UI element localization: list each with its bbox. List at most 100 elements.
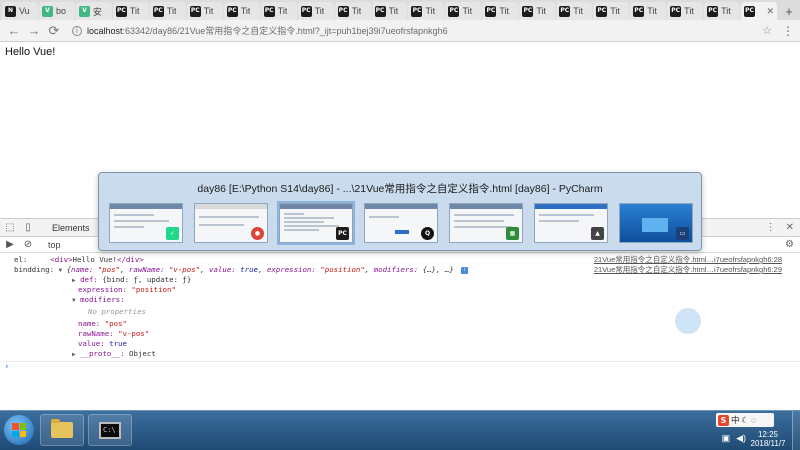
system-clock[interactable]: 12:25 2018/11/7 bbox=[746, 430, 790, 448]
browser-tab-strip: N Vu Vbo V 安 PC Tit PC Tit PC Tit PC Tit PC Tit PC Tit PC… bbox=[0, 0, 800, 20]
device-toolbar-icon[interactable]: ▯ bbox=[22, 222, 34, 234]
browser-tab[interactable]: N Vu bbox=[2, 2, 38, 20]
pycharm-favicon-icon: PC bbox=[633, 5, 645, 17]
expand-triangle-icon[interactable]: ▼ bbox=[59, 267, 63, 274]
browser-tab[interactable]: PC Tit bbox=[223, 2, 260, 20]
start-button[interactable] bbox=[4, 415, 34, 445]
input-method-bar[interactable]: S 中 ☾ ◌ bbox=[716, 413, 774, 427]
console-sidebar-icon[interactable]: ▶ bbox=[4, 239, 16, 251]
sogou-ime-icon: S bbox=[718, 414, 729, 426]
browser-tab[interactable]: PC Tit bbox=[630, 2, 667, 20]
browser-tab[interactable]: PC Tit bbox=[445, 2, 482, 20]
browser-tab[interactable]: PC Tit bbox=[482, 2, 519, 20]
pycharm-favicon-icon: PC bbox=[263, 5, 275, 17]
pycharm-favicon-icon: PC bbox=[411, 5, 423, 17]
browser-tab[interactable]: PC Tit bbox=[704, 2, 741, 20]
browser-tab[interactable]: V安 bbox=[75, 2, 112, 20]
pycharm-favicon-icon: PC bbox=[300, 5, 312, 17]
pycharm-favicon-icon: PC bbox=[337, 5, 349, 17]
context-selector[interactable]: top bbox=[48, 240, 61, 250]
browser-tab[interactable]: PC Tit bbox=[149, 2, 186, 20]
bookmark-star-icon[interactable]: ☆ bbox=[762, 24, 772, 37]
source-link-28[interactable]: 21Vue常用指令之自定义指令.html…i7ueofrsfapnkgh6:28 bbox=[594, 255, 782, 265]
address-bar[interactable]: i localhost:63342/day86/21Vue常用指令之自定义指令.… bbox=[72, 23, 794, 39]
browser-tab[interactable]: PC Tit bbox=[519, 2, 556, 20]
network-icon[interactable]: ▣ bbox=[722, 433, 731, 444]
console-prompt[interactable]: › bbox=[4, 362, 9, 372]
window-thumbnail[interactable]: ▭ bbox=[619, 203, 693, 243]
tab-title: Tit bbox=[240, 6, 251, 16]
info-icon[interactable]: i bbox=[72, 25, 82, 36]
tab-close-icon[interactable]: ✕ bbox=[766, 6, 774, 17]
inspect-element-icon[interactable]: ⬚ bbox=[4, 222, 16, 234]
browser-tab[interactable]: Vbo bbox=[38, 2, 75, 20]
window-thumbnail-selected[interactable]: PC bbox=[279, 203, 353, 243]
window-thumbnail[interactable]: ▦ bbox=[449, 203, 523, 243]
new-tab-button[interactable]: + bbox=[778, 2, 800, 20]
console-row-el: el: <div>Hello Vue!</div> 21Vue常用指令之自定义指… bbox=[0, 255, 800, 265]
browser-tab[interactable]: PC Tit bbox=[593, 2, 630, 20]
floating-assistant-button[interactable] bbox=[675, 308, 701, 334]
show-desktop-button[interactable] bbox=[792, 411, 800, 450]
qq-app-icon: Q bbox=[421, 227, 434, 240]
url-path: :63342/day86/21Vue常用指令之自定义指令.html?_ijt=p… bbox=[122, 26, 448, 36]
browser-tab[interactable]: PC Tit bbox=[260, 2, 297, 20]
menu-dots-icon[interactable]: ⋮ bbox=[782, 24, 794, 38]
popup-window-title: day86 [E:\Python S14\day86] - ...\21Vue常… bbox=[197, 183, 603, 195]
forward-icon[interactable]: → bbox=[26, 23, 42, 39]
tab-title: Tit bbox=[425, 6, 436, 16]
binding-def-row[interactable]: ▶ def: {bind: ƒ, update: ƒ} bbox=[0, 275, 800, 285]
back-icon[interactable]: ← bbox=[6, 23, 22, 39]
collapse-triangle-icon[interactable]: ▶ bbox=[72, 351, 76, 358]
console-settings-gear-icon[interactable]: ⚙ bbox=[785, 239, 794, 250]
browser-tab[interactable]: PC Tit bbox=[297, 2, 334, 20]
browser-tab[interactable]: PC Tit bbox=[334, 2, 371, 20]
clock-date: 2018/11/7 bbox=[750, 439, 786, 448]
collapse-triangle-icon[interactable]: ▶ bbox=[72, 277, 76, 284]
reload-icon[interactable]: ⟳ bbox=[46, 23, 62, 39]
window-thumbnail[interactable]: ✓ bbox=[109, 203, 183, 243]
browser-tab[interactable]: PC Tit bbox=[556, 2, 593, 20]
console-prompt-row[interactable]: › bbox=[0, 361, 800, 372]
command-prompt-button[interactable]: C:\ bbox=[88, 414, 132, 446]
folder-icon bbox=[51, 419, 73, 438]
browser-tab[interactable]: PC Tit bbox=[112, 2, 149, 20]
thumbnail-strip: ✓ ● PC Q ▦ ▲ ▭ bbox=[109, 203, 693, 249]
el-text: Hello Vue! bbox=[72, 255, 118, 264]
devtools-menu-icon[interactable]: ⋮ bbox=[766, 222, 776, 233]
tab-title: Tit bbox=[610, 6, 620, 16]
browser-tab[interactable]: PC Tit bbox=[408, 2, 445, 20]
binding-proto-row[interactable]: ▶ __proto__: Object bbox=[0, 349, 800, 359]
window-thumbnail[interactable]: ● bbox=[194, 203, 268, 243]
chrome-app-icon: ● bbox=[251, 227, 264, 240]
pycharm-favicon-icon: PC bbox=[448, 5, 460, 17]
ime-mode-icon: ◌ bbox=[751, 415, 757, 425]
clear-console-icon[interactable]: ⊘ bbox=[22, 239, 34, 251]
expand-triangle-icon[interactable]: ▼ bbox=[72, 297, 76, 304]
browser-tab-active[interactable]: PC ✕ bbox=[741, 2, 778, 20]
page-hello-text: Hello Vue! bbox=[5, 46, 56, 58]
tab-title: Tit bbox=[314, 6, 325, 16]
pycharm-app-icon: ✓ bbox=[166, 227, 179, 240]
tab-title: Tit bbox=[462, 6, 473, 16]
taskbar-thumbnail-popup: day86 [E:\Python S14\day86] - ...\21Vue常… bbox=[98, 172, 702, 251]
browser-tab[interactable]: PC Tit bbox=[667, 2, 704, 20]
ime-language: 中 bbox=[731, 415, 740, 425]
volume-icon[interactable]: ◀) bbox=[736, 433, 746, 444]
devtools-close-icon[interactable]: ✕ bbox=[786, 222, 794, 233]
tab-elements[interactable]: Elements bbox=[52, 223, 90, 233]
browser-tab[interactable]: PC Tit bbox=[186, 2, 223, 20]
binding-modifiers-row[interactable]: ▼ modifiers: bbox=[0, 295, 800, 305]
window-thumbnail[interactable]: Q bbox=[364, 203, 438, 243]
tab-title: Tit bbox=[166, 6, 177, 16]
pycharm-favicon-icon: PC bbox=[485, 5, 497, 17]
system-tray: S 中 ☾ ◌ ▣ ◀) 12:25 2018/11/7 bbox=[640, 411, 800, 450]
file-explorer-button[interactable] bbox=[40, 414, 84, 446]
source-link-29[interactable]: 21Vue常用指令之自定义指令.html…i7ueofrsfapnkgh6:29 bbox=[594, 265, 782, 275]
window-thumbnail[interactable]: ▲ bbox=[534, 203, 608, 243]
tab-title: Tit bbox=[129, 6, 140, 16]
tab-title: Tit bbox=[721, 6, 731, 16]
console-row-binding: bindding: ▼ {name: "pos", rawName: "v-po… bbox=[14, 265, 782, 275]
browser-tab[interactable]: PC Tit bbox=[371, 2, 408, 20]
tab-title: Tit bbox=[647, 6, 657, 16]
